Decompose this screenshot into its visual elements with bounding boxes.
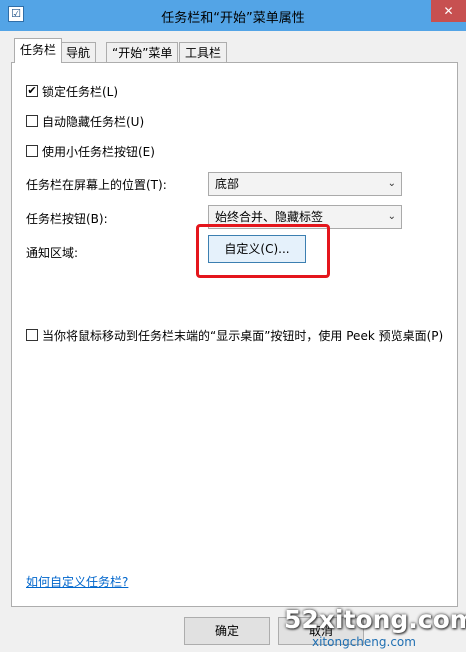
tab-toolbars-label: 工具栏 [185, 46, 222, 60]
watermark-sub-text: xitongcheng.com [312, 635, 416, 649]
close-icon: ✕ [443, 4, 454, 18]
position-dropdown[interactable]: 底部 ⌄ [208, 172, 402, 196]
auto-hide-checkbox[interactable] [26, 115, 38, 127]
peek-checkbox[interactable] [26, 329, 38, 341]
small-buttons-checkbox[interactable] [26, 145, 38, 157]
help-link[interactable]: 如何自定义任务栏? [26, 573, 128, 590]
watermark-main-text: 52xitong.com [284, 605, 466, 634]
lock-taskbar-label: 锁定任务栏(L) [42, 85, 119, 99]
window-title: 任务栏和“开始”菜单属性 [161, 11, 305, 26]
title-bar: ☑ 任务栏和“开始”菜单属性 ✕ [0, 0, 466, 31]
position-label: 任务栏在屏幕上的位置(T): [26, 178, 167, 192]
chevron-down-icon: ⌄ [387, 178, 396, 189]
checkmark-icon: ✔ [27, 84, 37, 97]
tab-toolbars[interactable]: 工具栏 [179, 42, 228, 62]
lock-taskbar-checkbox[interactable]: ✔ [26, 85, 38, 97]
tab-start-menu[interactable]: “开始”菜单 [106, 42, 179, 62]
small-buttons-label: 使用小任务栏按钮(E) [42, 145, 155, 159]
site-watermark: 52xitong.com xitongcheng.com [284, 605, 466, 652]
tab-start-menu-label: “开始”菜单 [112, 46, 173, 60]
highlight-box [196, 224, 330, 278]
peek-label: 当你将鼠标移动到任务栏末端的“显示桌面”按钮时，使用 Peek 预览桌面(P) [42, 329, 444, 343]
close-button[interactable]: ✕ [431, 0, 466, 22]
taskbar-buttons-label: 任务栏按钮(B): [26, 212, 108, 226]
tab-navigation-label: 导航 [66, 46, 91, 60]
auto-hide-label: 自动隐藏任务栏(U) [42, 115, 145, 129]
chevron-down-icon: ⌄ [387, 211, 396, 222]
tab-taskbar[interactable]: 任务栏 [14, 38, 63, 63]
tab-navigation[interactable]: 导航 [60, 42, 97, 62]
tab-taskbar-label: 任务栏 [20, 43, 57, 57]
position-dropdown-value: 底部 [215, 177, 240, 191]
notification-area-label: 通知区域: [26, 246, 79, 260]
ok-button[interactable]: 确定 [184, 617, 270, 645]
taskbar-buttons-dropdown-value: 始终合并、隐藏标签 [215, 210, 324, 224]
